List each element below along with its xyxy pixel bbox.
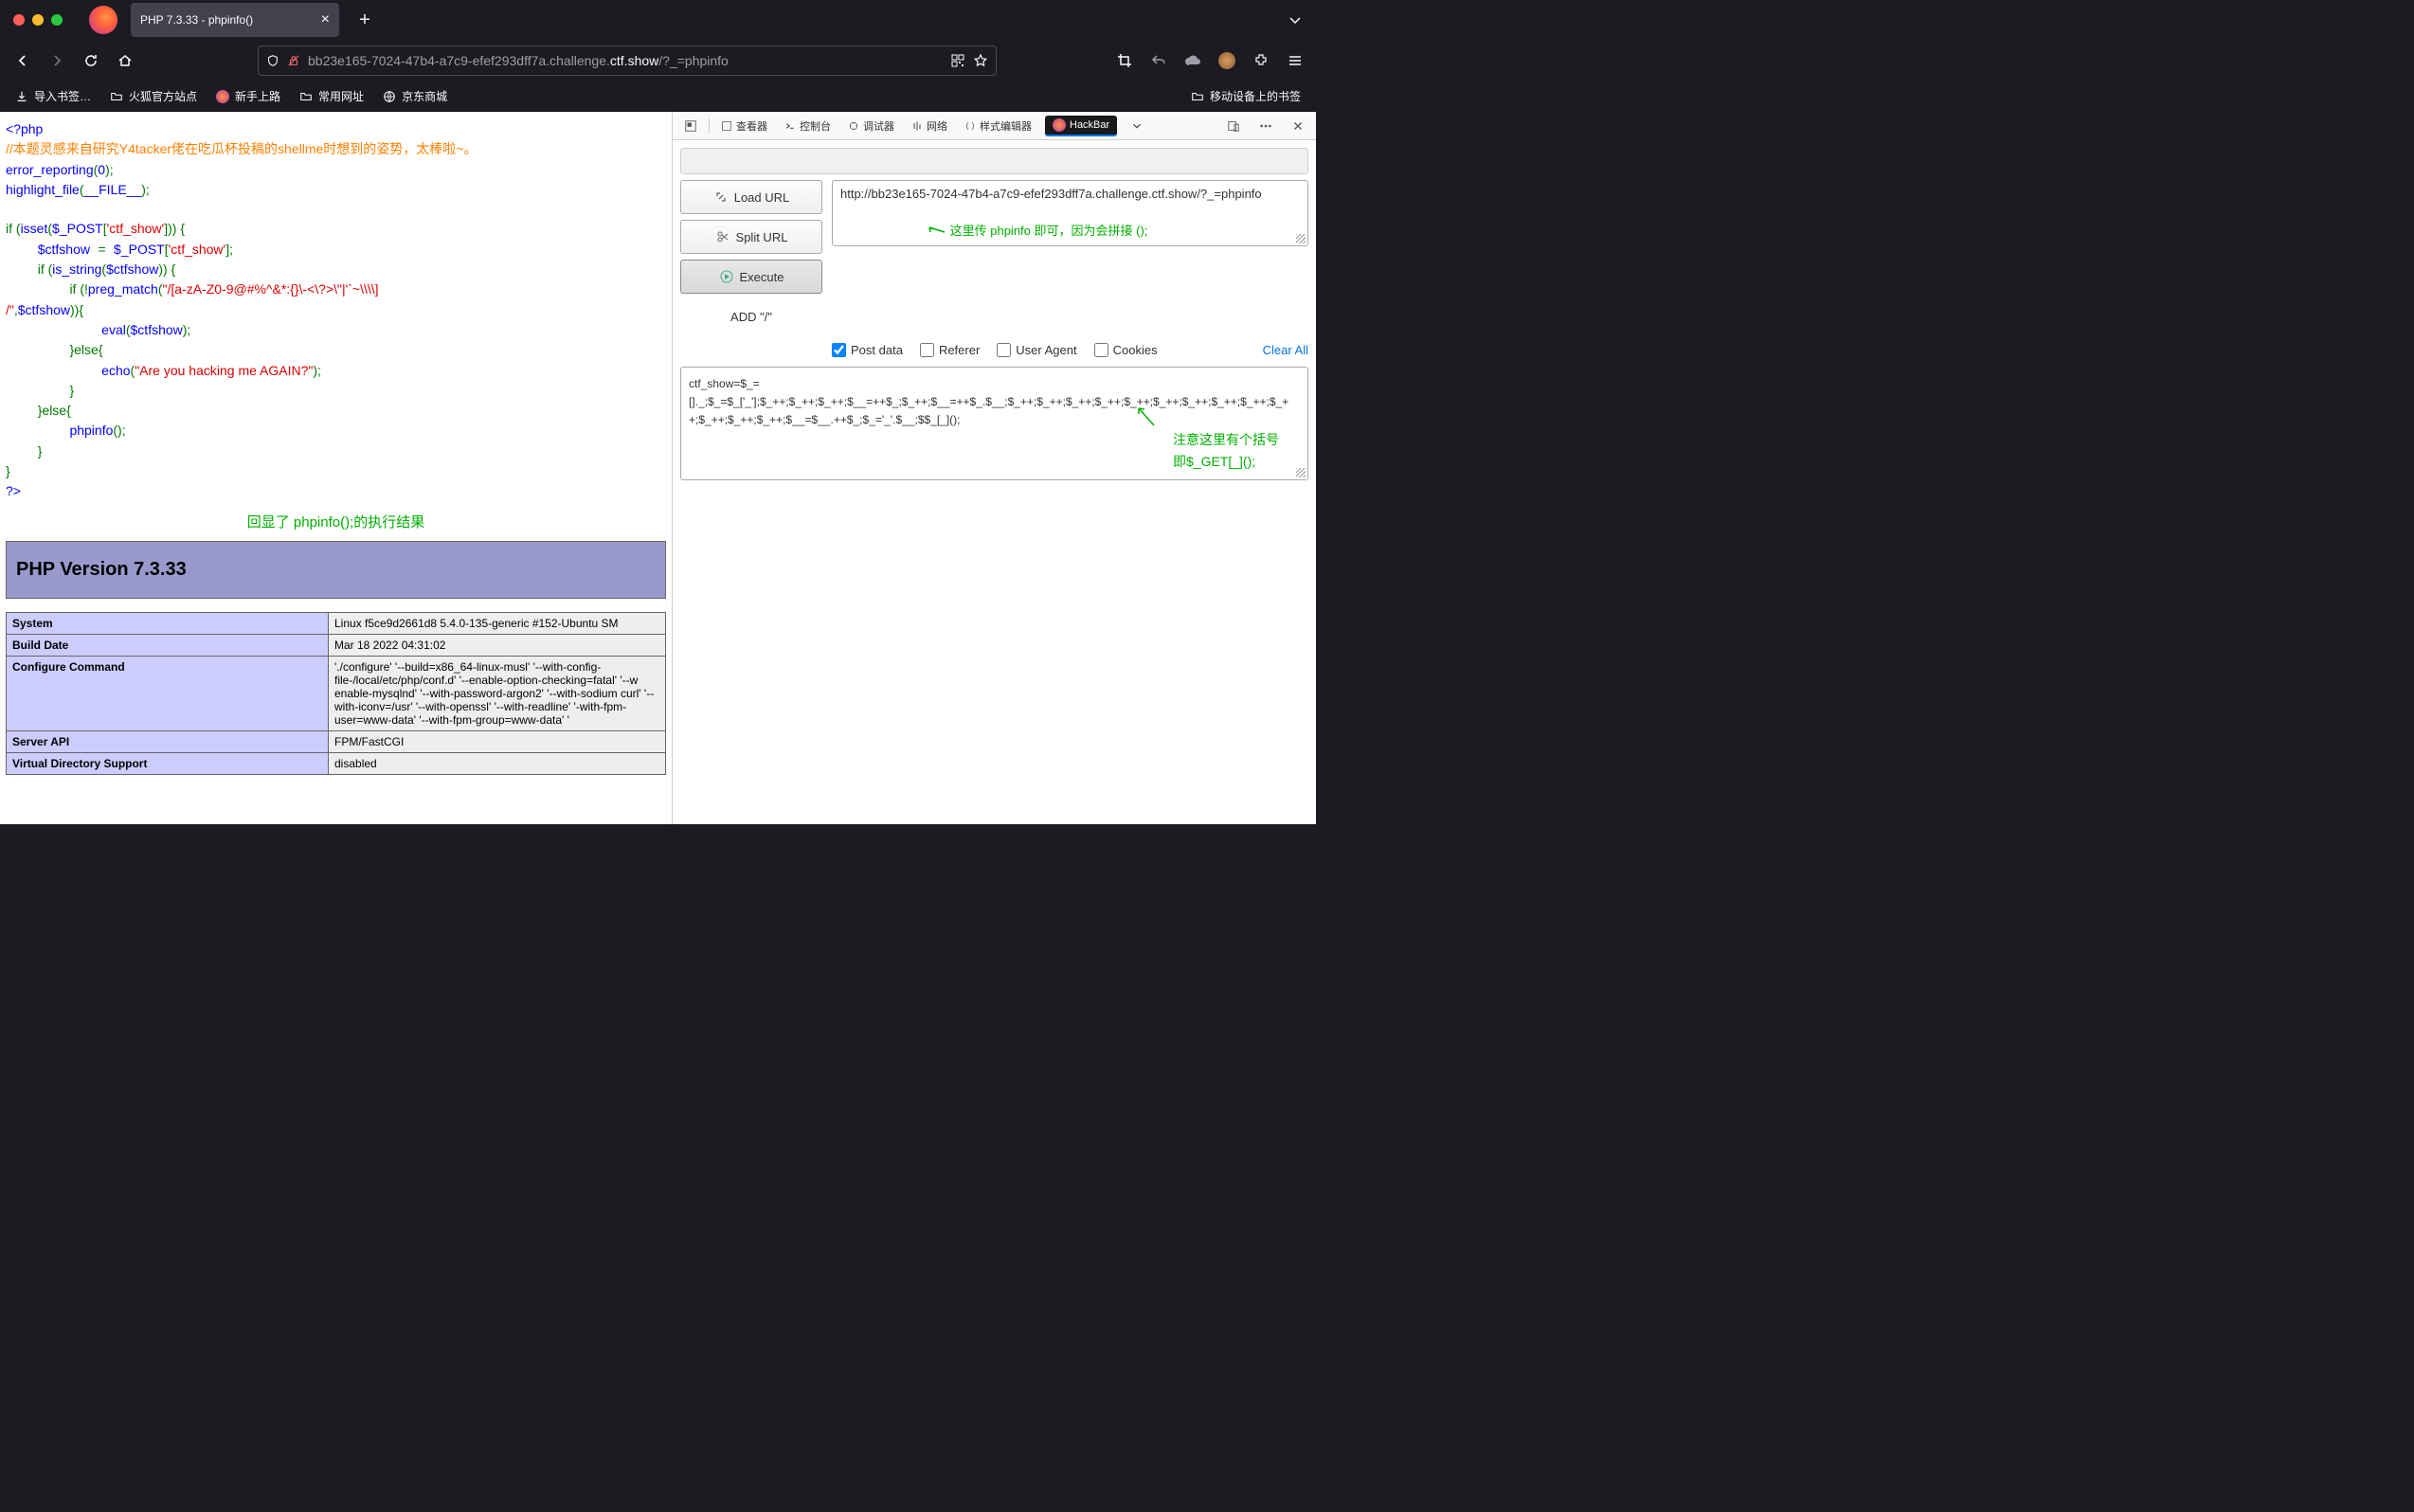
play-icon <box>719 269 734 284</box>
tabs-dropdown-icon[interactable] <box>1282 7 1308 33</box>
devtools-iframe-select-icon[interactable] <box>676 112 705 139</box>
annotation-phpinfo-result: 回显了 phpinfo();的执行结果 <box>6 512 666 531</box>
devtools-more-tabs-icon[interactable] <box>1123 112 1151 139</box>
undo-icon[interactable] <box>1145 47 1172 74</box>
table-row: Virtual Directory Supportdisabled <box>7 752 666 774</box>
folder-icon <box>1191 90 1204 103</box>
table-row: Build DateMar 18 2022 04:31:02 <box>7 634 666 656</box>
qr-icon[interactable] <box>950 53 965 68</box>
crop-icon[interactable] <box>1111 47 1138 74</box>
url-bar[interactable]: bb23e165-7024-47b4-a7c9-efef293dff7a.cha… <box>258 45 997 76</box>
post-data-checkbox[interactable]: Post data <box>832 343 903 357</box>
bookmark-folder-common[interactable]: 常用网址 <box>292 84 371 108</box>
import-icon <box>15 90 28 103</box>
close-tab-icon[interactable]: × <box>321 11 330 28</box>
firefox-favicon-icon <box>216 90 229 103</box>
minimize-window-button[interactable] <box>32 14 44 26</box>
table-row: Server APIFPM/FastCGI <box>7 730 666 752</box>
reload-button[interactable] <box>76 45 106 76</box>
cloud-icon[interactable] <box>1180 47 1206 74</box>
tab-inspector[interactable]: 查看器 <box>713 112 775 139</box>
folder-icon <box>110 90 123 103</box>
tab-debugger[interactable]: 调试器 <box>840 112 902 139</box>
link-icon <box>713 189 729 205</box>
annotation-postdata: 注意这里有个括号 即$_GET[_](); <box>1173 429 1279 472</box>
devtools-panel: 查看器 控制台 调试器 网络 样式编辑器 HackBar <box>672 112 1316 824</box>
php-version-title: PHP Version 7.3.33 <box>16 559 656 581</box>
scissors-icon <box>715 229 730 244</box>
devtools-options-icon[interactable] <box>1252 114 1280 138</box>
hackbar-postdata-value: ctf_show=$_= []._;$_=$_['_'];$_++;$_++;$… <box>689 377 1288 426</box>
php-source-code: <?php //本题灵感来自研究Y4tacker佬在吃瓜杯投稿的shellme时… <box>6 119 666 502</box>
devtools-tabs: 查看器 控制台 调试器 网络 样式编辑器 HackBar <box>673 112 1316 140</box>
referer-checkbox[interactable]: Referer <box>920 343 980 357</box>
table-row: Configure Command'./configure' '--build=… <box>7 656 666 730</box>
phpinfo-version-header: PHP Version 7.3.33 <box>6 541 666 599</box>
import-bookmarks-button[interactable]: 导入书签… <box>8 84 99 108</box>
hackbar-icon <box>1053 118 1066 132</box>
back-button[interactable] <box>8 45 38 76</box>
url-text: bb23e165-7024-47b4-a7c9-efef293dff7a.cha… <box>308 53 943 68</box>
menu-icon[interactable] <box>1282 47 1308 74</box>
extensions-icon[interactable] <box>1248 47 1274 74</box>
hackbar-url-input[interactable]: http://bb23e165-7024-47b4-a7c9-efef293df… <box>832 180 1308 246</box>
page-content: <?php //本题灵感来自研究Y4tacker佬在吃瓜杯投稿的shellme时… <box>0 112 672 824</box>
bookmark-bar: 导入书签… 火狐官方站点 新手上路 常用网址 京东商城 移动设备上的书签 <box>0 81 1316 112</box>
bookmark-folder-firefox[interactable]: 火狐官方站点 <box>102 84 205 108</box>
tab-title: PHP 7.3.33 - phpinfo() <box>140 13 253 27</box>
titlebar: PHP 7.3.33 - phpinfo() × + <box>0 0 1316 40</box>
add-slash-button[interactable]: ADD "/" <box>680 299 822 333</box>
resize-handle-icon[interactable] <box>1296 468 1306 477</box>
bookmark-getting-started[interactable]: 新手上路 <box>208 84 288 108</box>
firefox-logo-icon <box>89 6 117 34</box>
shield-icon <box>266 54 279 67</box>
clear-all-button[interactable]: Clear All <box>1263 343 1308 357</box>
forward-button[interactable] <box>42 45 72 76</box>
tab-hackbar[interactable]: HackBar <box>1045 116 1117 136</box>
home-button[interactable] <box>110 45 140 76</box>
folder-icon <box>299 90 313 103</box>
table-row: SystemLinux f5ce9d2661d8 5.4.0-135-gener… <box>7 612 666 634</box>
hackbar-postdata-input[interactable]: ctf_show=$_= []._;$_=$_['_'];$_++;$_++;$… <box>680 367 1308 480</box>
load-url-button[interactable]: Load URL <box>680 180 822 214</box>
window-controls <box>13 14 63 26</box>
resize-handle-icon[interactable] <box>1296 234 1306 243</box>
close-window-button[interactable] <box>13 14 25 26</box>
maximize-window-button[interactable] <box>51 14 63 26</box>
hackbar-top-toolbar[interactable] <box>680 148 1308 174</box>
new-tab-button[interactable]: + <box>351 6 379 34</box>
hackbar-url-value: http://bb23e165-7024-47b4-a7c9-efef293df… <box>840 187 1262 201</box>
extension-cookie-icon[interactable] <box>1214 47 1240 74</box>
phpinfo-table: SystemLinux f5ce9d2661d8 5.4.0-135-gener… <box>6 612 666 775</box>
browser-tab[interactable]: PHP 7.3.33 - phpinfo() × <box>131 3 339 37</box>
tab-network[interactable]: 网络 <box>904 112 955 139</box>
bookmark-star-icon[interactable] <box>973 53 988 68</box>
cookies-checkbox[interactable]: Cookies <box>1094 343 1158 357</box>
bookmark-jd[interactable]: 京东商城 <box>375 84 455 108</box>
hackbar-body: Load URL Split URL Execute ADD "/" <box>673 140 1316 488</box>
devtools-responsive-icon[interactable] <box>1219 114 1248 138</box>
devtools-close-icon[interactable] <box>1284 114 1312 138</box>
annotation-url: 这里传 phpinfo 即可，因为会拼接 (); <box>928 221 1147 239</box>
lock-insecure-icon <box>287 54 300 67</box>
navbar: bb23e165-7024-47b4-a7c9-efef293dff7a.cha… <box>0 40 1316 81</box>
user-agent-checkbox[interactable]: User Agent <box>997 343 1076 357</box>
tab-style-editor[interactable]: 样式编辑器 <box>957 112 1039 139</box>
split-url-button[interactable]: Split URL <box>680 220 822 254</box>
globe-icon <box>383 90 396 103</box>
bookmark-folder-mobile[interactable]: 移动设备上的书签 <box>1183 84 1308 108</box>
execute-button[interactable]: Execute <box>680 260 822 294</box>
tab-console[interactable]: 控制台 <box>777 112 838 139</box>
